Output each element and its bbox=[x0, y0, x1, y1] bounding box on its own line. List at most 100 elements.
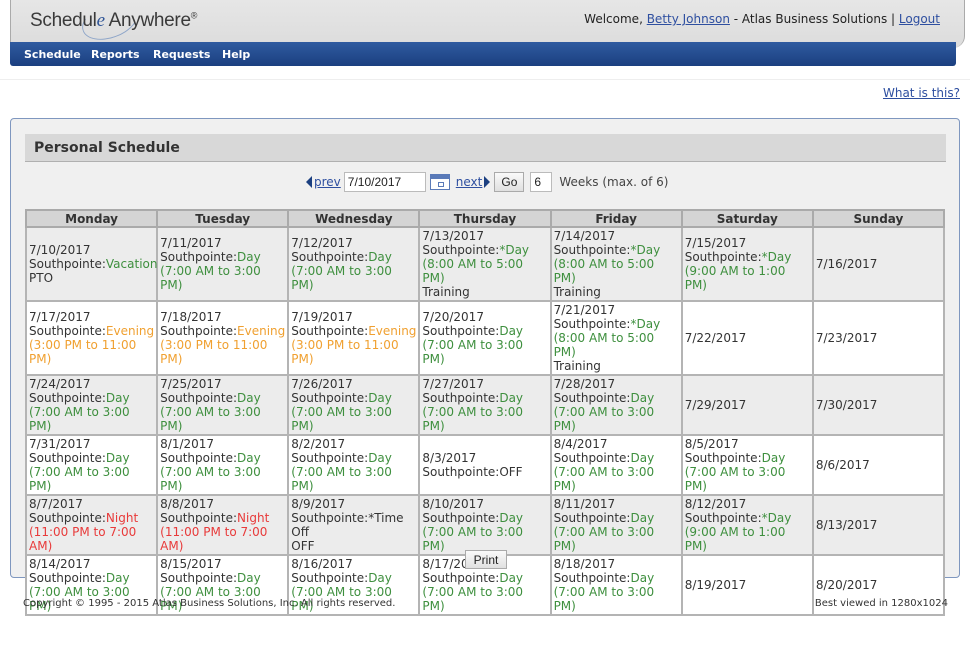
cell-shift-line: Southpointe:Day bbox=[291, 250, 416, 264]
cell-shift: Evening bbox=[237, 324, 286, 338]
main-nav: Schedule Reports Requests Help bbox=[10, 42, 956, 66]
day-cell[interactable]: 7/11/2017 Southpointe:Day (7:00 AM to 3:00… bbox=[156, 226, 290, 302]
cell-time: (7:00 AM to 3:00 PM) bbox=[422, 338, 524, 366]
nav-reports[interactable]: Reports bbox=[91, 48, 140, 61]
day-cell[interactable]: 7/31/2017 Southpointe:Day (7:00 AM to 3:00… bbox=[24, 434, 159, 496]
day-cell[interactable]: 7/26/2017 Southpointe:Day (7:00 AM to 3:00… bbox=[287, 374, 421, 436]
day-cell[interactable]: 7/27/2017 Southpointe:Day (7:00 AM to 3:00… bbox=[418, 374, 552, 436]
company-text: - Atlas Business Solutions | bbox=[729, 12, 899, 26]
day-cell[interactable]: 8/1/2017 Southpointe:Day (7:00 AM to 3:00 … bbox=[156, 434, 290, 496]
day-cell[interactable]: 7/10/2017 Southpointe:Vacation PTO bbox=[24, 226, 159, 302]
cell-location: Southpointe: bbox=[422, 243, 500, 257]
day-cell[interactable]: 8/4/2017 Southpointe:Day (7:00 AM to 3:00 … bbox=[549, 434, 683, 496]
day-cell[interactable]: 7/17/2017 Southpointe:Evening (3:00 PM to … bbox=[24, 300, 159, 376]
day-cell[interactable]: 7/29/2017 bbox=[680, 374, 814, 436]
start-date-input[interactable] bbox=[343, 172, 426, 192]
cell-shift: Day bbox=[499, 391, 524, 405]
day-header-saturday: Saturday bbox=[680, 209, 814, 228]
day-cell[interactable]: 7/22/2017 bbox=[680, 300, 814, 376]
cell-shift: Day bbox=[368, 451, 392, 465]
weeks-input[interactable] bbox=[530, 172, 553, 192]
cell-shift-line: Southpointe:Day bbox=[160, 571, 285, 585]
cell-shift: Vacation bbox=[105, 257, 158, 271]
personal-schedule-panel: Personal Schedule prev next Go Weeks (ma… bbox=[10, 118, 960, 616]
cell-date: 8/4/2017 bbox=[553, 437, 608, 451]
day-cell[interactable]: 8/2/2017 Southpointe:Day (7:00 AM to 3:00 … bbox=[287, 434, 421, 496]
logout-link[interactable]: Logout bbox=[899, 12, 940, 26]
day-cell[interactable]: 7/21/2017 Southpointe:*Day (8:00 AM to 5:0… bbox=[549, 300, 683, 376]
user-name-link[interactable]: Betty Johnson bbox=[647, 12, 730, 26]
cell-location: Southpointe: bbox=[160, 391, 238, 405]
day-cell[interactable]: 7/25/2017 Southpointe:Day (7:00 AM to 3:00… bbox=[156, 374, 290, 436]
day-header-sunday: Sunday bbox=[811, 209, 946, 228]
cell-date: 8/18/2017 bbox=[553, 557, 616, 571]
cell-shift: Night bbox=[105, 511, 139, 525]
cell-location: Southpointe: bbox=[291, 451, 369, 465]
cell-time: (7:00 AM to 3:00 PM) bbox=[422, 525, 524, 553]
cell-location: Southpointe: bbox=[553, 243, 631, 257]
day-cell[interactable]: 7/12/2017 Southpointe:Day (7:00 AM to 3:00… bbox=[287, 226, 421, 302]
cell-shift: Day bbox=[630, 451, 655, 465]
cell-date: 7/21/2017 bbox=[553, 303, 616, 317]
cell-location: Southpointe: bbox=[29, 571, 106, 585]
cell-note: PTO bbox=[29, 271, 54, 285]
week-row: 7/31/2017 Southpointe:Day (7:00 AM to 3:00… bbox=[24, 434, 946, 496]
calendar-icon[interactable] bbox=[429, 174, 450, 190]
welcome-text: Welcome, bbox=[584, 12, 647, 26]
cell-date: 7/18/2017 bbox=[160, 310, 222, 324]
day-cell[interactable]: 7/13/2017 Southpointe:*Day (8:00 AM to 5:0… bbox=[418, 226, 552, 302]
day-cell[interactable]: 7/18/2017 Southpointe:Evening (3:00 PM to … bbox=[156, 300, 290, 376]
prev-arrow-icon[interactable] bbox=[306, 176, 312, 188]
cell-shift-line: Southpointe:Day bbox=[554, 391, 679, 405]
day-cell[interactable]: 8/6/2017 bbox=[811, 434, 946, 496]
cell-shift-line: Southpointe:Day bbox=[29, 451, 154, 465]
cell-time: (8:00 AM to 5:00 PM) bbox=[553, 331, 655, 359]
cell-date: 7/20/2017 bbox=[422, 310, 484, 324]
day-cell[interactable]: 7/14/2017 Southpointe:*Day (8:00 AM to 5:0… bbox=[549, 226, 683, 302]
day-cell[interactable]: 7/28/2017 Southpointe:Day (7:00 AM to 3:00… bbox=[549, 374, 683, 436]
day-cell[interactable]: 8/7/2017 Southpointe:Night (11:00 PM to 7:… bbox=[24, 494, 159, 556]
cell-time: (9:00 AM to 1:00 PM) bbox=[684, 525, 786, 553]
nav-help[interactable]: Help bbox=[222, 48, 250, 61]
day-cell[interactable]: 8/12/2017 Southpointe:*Day (9:00 AM to 1:0… bbox=[680, 494, 814, 556]
cell-shift: Day bbox=[761, 451, 786, 465]
next-link[interactable]: next bbox=[456, 175, 483, 189]
cell-date: 7/19/2017 bbox=[291, 310, 353, 324]
day-cell[interactable]: 8/19/2017 bbox=[680, 554, 814, 616]
cell-shift: Day bbox=[237, 250, 261, 264]
day-cell[interactable]: 8/5/2017 Southpointe:Day (7:00 AM to 3:00 … bbox=[680, 434, 814, 496]
cell-shift: *Day bbox=[630, 243, 661, 257]
logo[interactable]: Schedule Anywhere® bbox=[30, 10, 197, 32]
app-header: Schedule Anywhere® Welcome, Betty Johnso… bbox=[10, 0, 965, 66]
day-cell[interactable]: 8/9/2017 Southpointe:*Time Off OFF bbox=[287, 494, 421, 556]
print-button[interactable]: Print bbox=[465, 550, 507, 569]
day-cell[interactable]: 8/10/2017 Southpointe:Day (7:00 AM to 3:00… bbox=[418, 494, 552, 556]
panel-title: Personal Schedule bbox=[25, 134, 946, 162]
day-cell[interactable]: 8/18/2017 Southpointe:Day (7:00 AM to 3:00… bbox=[549, 554, 683, 616]
nav-schedule[interactable]: Schedule bbox=[24, 48, 81, 61]
day-cell[interactable]: 8/13/2017 bbox=[811, 494, 946, 556]
cell-time: (7:00 AM to 3:00 PM) bbox=[553, 405, 655, 433]
day-cell[interactable]: 8/8/2017 Southpointe:Night (11:00 PM to 7:… bbox=[156, 494, 290, 556]
cell-date: 8/2/2017 bbox=[291, 437, 346, 451]
day-cell[interactable]: 8/3/2017 Southpointe:OFF bbox=[418, 434, 552, 496]
day-cell[interactable]: 7/19/2017 Southpointe:Evening (3:00 PM to … bbox=[287, 300, 421, 376]
what-is-this-link[interactable]: What is this? bbox=[883, 86, 960, 100]
cell-date: 7/12/2017 bbox=[291, 236, 353, 250]
day-cell[interactable]: 7/23/2017 bbox=[811, 300, 946, 376]
go-button[interactable]: Go bbox=[494, 172, 525, 192]
day-cell[interactable]: 7/15/2017 Southpointe:*Day (9:00 AM to 1:0… bbox=[680, 226, 814, 302]
day-header-friday: Friday bbox=[549, 209, 683, 228]
day-cell[interactable]: 7/20/2017 Southpointe:Day (7:00 AM to 3:00… bbox=[418, 300, 552, 376]
day-cell[interactable]: 7/16/2017 bbox=[811, 226, 946, 302]
next-arrow-icon[interactable] bbox=[484, 176, 491, 188]
cell-location: Southpointe: bbox=[291, 250, 369, 264]
day-cell[interactable]: 7/30/2017 bbox=[811, 374, 946, 436]
day-cell[interactable]: 7/24/2017 Southpointe:Day (7:00 AM to 3:00… bbox=[24, 374, 159, 436]
cell-date: 7/31/2017 bbox=[29, 437, 91, 451]
prev-link[interactable]: prev bbox=[314, 175, 341, 189]
cell-time: (7:00 AM to 3:00 PM) bbox=[553, 585, 655, 613]
day-cell[interactable]: 8/11/2017 Southpointe:Day (7:00 AM to 3:00… bbox=[549, 494, 683, 556]
nav-requests[interactable]: Requests bbox=[153, 48, 210, 61]
cell-date: 7/17/2017 bbox=[29, 310, 91, 324]
